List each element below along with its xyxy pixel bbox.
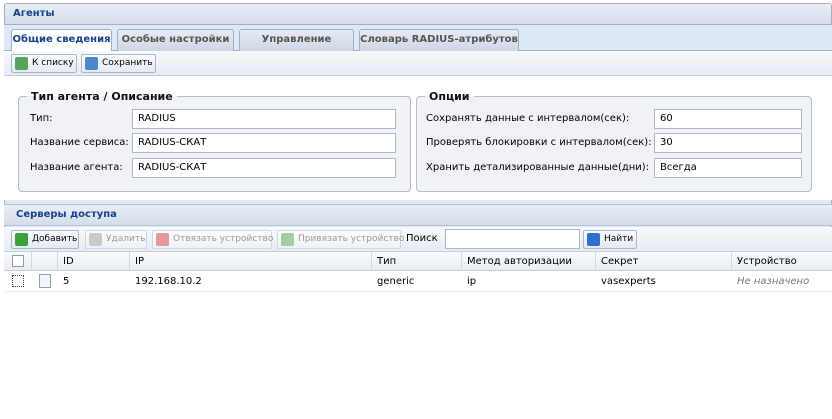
unbind-label: Отвязать устройство <box>173 234 274 244</box>
tab-radius-dictionary[interactable]: Словарь RADIUS-атрибутов <box>359 29 519 51</box>
find-button[interactable]: Найти <box>583 230 637 249</box>
service-name-label: Название сервиса: <box>30 137 129 148</box>
plus-icon <box>15 233 28 246</box>
unbind-device-button[interactable]: Отвязать устройство <box>152 230 274 249</box>
search-label: Поиск <box>406 233 438 244</box>
cell-ip: 192.168.10.2 <box>135 276 202 287</box>
plus-icon <box>281 233 294 246</box>
block-check-field[interactable]: 30 <box>654 133 802 153</box>
cell-secret: vasexperts <box>601 276 656 287</box>
search-input[interactable] <box>445 229 580 249</box>
back-list-icon <box>15 57 28 70</box>
column-header-id[interactable]: ID <box>58 252 130 271</box>
servers-grid-header: ID IP Тип Метод авторизации Секрет Устро… <box>4 252 832 271</box>
column-header-ip[interactable]: IP <box>130 252 372 271</box>
save-button[interactable]: Сохранить <box>81 54 156 73</box>
recycle-icon <box>89 233 102 246</box>
save-interval-field[interactable]: 60 <box>654 109 802 129</box>
keep-detail-label: Хранить детализированные данные(дни): <box>426 162 650 173</box>
block-check-label: Проверять блокировки с интервалом(сек): <box>426 137 652 148</box>
delete-label: Удалить <box>106 234 146 244</box>
back-to-list-button[interactable]: К списку <box>11 54 77 73</box>
row-checkbox[interactable] <box>12 275 24 287</box>
icon-column-header <box>32 252 58 271</box>
tab-general[interactable]: Общие сведения <box>11 29 112 52</box>
cell-type: generic <box>377 276 415 287</box>
back-to-list-label: К списку <box>32 58 74 68</box>
column-header-auth-method[interactable]: Метод авторизации <box>462 252 596 271</box>
agent-name-field[interactable]: RADIUS-СКАТ <box>132 158 396 178</box>
service-name-field[interactable]: RADIUS-СКАТ <box>132 133 396 153</box>
tab-network-management[interactable]: Управление сетями <box>239 29 354 65</box>
floppy-disk-icon <box>85 57 98 70</box>
bind-label: Привязать устройство <box>298 234 405 244</box>
select-all-checkbox[interactable] <box>12 255 24 267</box>
agent-name-label: Название агента: <box>30 162 123 173</box>
delete-server-button[interactable]: Удалить <box>85 230 147 249</box>
column-header-device[interactable]: Устройство <box>732 252 832 271</box>
find-label: Найти <box>604 234 634 244</box>
column-header-type[interactable]: Тип <box>372 252 462 271</box>
options-legend: Опции <box>429 90 470 103</box>
type-field[interactable]: RADIUS <box>132 109 396 129</box>
table-row[interactable]: 5 192.168.10.2 generic ip vasexperts Не … <box>4 271 832 292</box>
column-header-secret[interactable]: Секрет <box>596 252 732 271</box>
panel-title: Агенты <box>4 3 832 25</box>
servers-toolbar: Добавить Удалить Отвязать устройство При… <box>4 227 832 252</box>
agent-type-legend: Тип агента / Описание <box>31 90 173 103</box>
general-form: Тип агента / Описание Тип: RADIUS Назван… <box>4 76 832 200</box>
bind-device-button[interactable]: Привязать устройство <box>277 230 405 249</box>
search-icon <box>587 233 600 246</box>
edit-document-icon[interactable] <box>39 274 51 288</box>
add-server-button[interactable]: Добавить <box>11 230 79 249</box>
tab-bar: Общие сведения Особые настройки Управлен… <box>4 25 832 65</box>
save-interval-label: Сохранять данные с интервалом(сек): <box>426 113 630 124</box>
cell-device: Не назначено <box>737 276 810 287</box>
save-label: Сохранить <box>102 58 153 68</box>
tab-special-settings[interactable]: Особые настройки <box>117 29 234 51</box>
type-label: Тип: <box>30 113 53 124</box>
add-label: Добавить <box>32 234 78 244</box>
minus-icon <box>156 233 169 246</box>
cell-id: 5 <box>63 276 70 287</box>
keep-detail-field[interactable]: Всегда <box>654 158 802 178</box>
select-all-cell <box>4 252 32 271</box>
servers-grid-body: 5 192.168.10.2 generic ip vasexperts Не … <box>4 271 832 419</box>
access-servers-header: Серверы доступа <box>4 204 832 226</box>
top-toolbar: К списку Сохранить <box>4 51 832 76</box>
cell-auth-method: ip <box>467 276 477 287</box>
